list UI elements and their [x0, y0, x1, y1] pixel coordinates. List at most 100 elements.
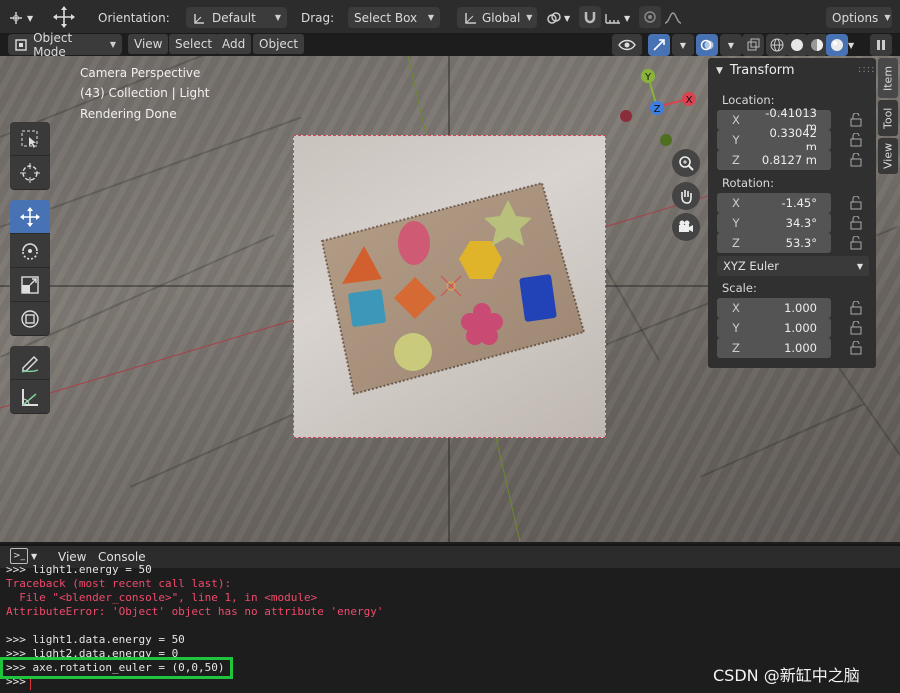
- tab-tool[interactable]: Tool: [878, 100, 898, 136]
- zoom-view-button[interactable]: [672, 149, 700, 177]
- camera-icon: [679, 220, 693, 232]
- options-dropdown[interactable]: Options ▼: [826, 7, 892, 28]
- tool-select-box[interactable]: [10, 122, 50, 156]
- oval-piece: [398, 221, 430, 265]
- console-line: File "<blender_console>", line 1, in <mo…: [6, 591, 318, 604]
- lock-icon[interactable]: [850, 196, 862, 210]
- rotation-y-field[interactable]: Y 34.3°: [717, 213, 831, 233]
- drag-handle-icon[interactable]: ::::: [858, 64, 875, 75]
- rotate-icon: [22, 242, 38, 260]
- viewport-menubar: Object Mode ▼ View Select Add Object ▼ ▼: [0, 31, 900, 59]
- visibility-dropdown[interactable]: [612, 34, 642, 56]
- snap-element-dropdown[interactable]: ▼: [604, 7, 630, 29]
- proportional-falloff-dropdown[interactable]: [664, 7, 682, 29]
- lock-icon[interactable]: [850, 113, 862, 127]
- lock-icon[interactable]: [850, 133, 862, 147]
- solid-sphere-icon: [786, 34, 808, 56]
- menu-select[interactable]: Select: [169, 34, 219, 54]
- orientation-dropdown[interactable]: Default ▼: [186, 7, 287, 28]
- console-line: >>> light1.data.energy = 50: [6, 633, 185, 646]
- chevron-down-icon: ▼: [672, 34, 694, 56]
- location-z-field[interactable]: Z 0.8127 m: [717, 150, 831, 170]
- transform-space-dropdown[interactable]: Global ▼: [457, 7, 537, 28]
- shading-wireframe[interactable]: [766, 34, 788, 56]
- proportional-edit-toggle[interactable]: [639, 6, 661, 28]
- object-mode-dropdown[interactable]: Object Mode ▼: [8, 31, 122, 59]
- magnet-icon: [579, 6, 601, 28]
- transform-panel-header[interactable]: ▼ Transform: [716, 63, 795, 78]
- global-axes-icon: [465, 12, 476, 24]
- snap-target-dropdown[interactable]: ▼: [546, 7, 570, 29]
- lock-icon[interactable]: [850, 321, 862, 335]
- rotation-z-field[interactable]: Z 53.3°: [717, 233, 831, 253]
- pan-view-button[interactable]: [672, 182, 700, 210]
- chevron-down-icon: ▼: [274, 13, 281, 22]
- menu-object[interactable]: Object: [253, 34, 305, 54]
- wireframe-sphere-icon: [766, 34, 788, 56]
- drag-dropdown[interactable]: Select Box ▼: [348, 7, 440, 28]
- shading-dropdown[interactable]: ▼: [848, 34, 854, 56]
- chevron-down-icon: ▼: [720, 34, 742, 56]
- lock-icon[interactable]: [850, 153, 862, 167]
- object-mode-icon: [15, 38, 27, 51]
- tool-rotate[interactable]: [10, 234, 50, 268]
- gizmo-x-label: X: [686, 95, 693, 106]
- lock-icon[interactable]: [850, 341, 862, 355]
- tool-annotate[interactable]: [10, 346, 50, 380]
- gizmo-toggle[interactable]: [648, 34, 670, 56]
- rotation-mode-value: XYZ Euler: [723, 259, 779, 273]
- xray-toggle[interactable]: [742, 34, 764, 56]
- move-icon: [20, 206, 40, 227]
- scale-z-field[interactable]: Z 1.000: [717, 338, 831, 358]
- menu-view[interactable]: View: [128, 34, 169, 54]
- chevron-down-icon: ▼: [526, 13, 533, 22]
- sidebar-tabs: Item Tool View: [878, 58, 898, 178]
- tool-scale[interactable]: [10, 268, 50, 302]
- chevron-down-icon: ▼: [856, 261, 863, 271]
- scale-x-field[interactable]: X 1.000: [717, 298, 831, 318]
- scale-y-field[interactable]: Y 1.000: [717, 318, 831, 338]
- watermark: CSDN @新缸中之脑: [713, 666, 860, 685]
- tab-item[interactable]: Item: [878, 58, 898, 98]
- console-icon: >_: [10, 548, 28, 564]
- orientation-value: Default: [212, 10, 256, 25]
- transform-pivot-dropdown[interactable]: ▼: [8, 7, 33, 29]
- lock-icon[interactable]: [850, 236, 862, 250]
- gizmo-neg-x[interactable]: [620, 110, 632, 122]
- lock-icon[interactable]: [850, 216, 862, 230]
- gizmo-dropdown[interactable]: ▼: [672, 34, 694, 56]
- tool-measure[interactable]: [10, 380, 50, 414]
- gizmo-y-label: Y: [644, 72, 652, 83]
- console-menu-view[interactable]: View: [58, 550, 86, 564]
- overlays-icon: [696, 34, 718, 56]
- shading-rendered[interactable]: [826, 34, 848, 56]
- transform-title: Transform: [729, 63, 795, 78]
- lock-icon[interactable]: [850, 301, 862, 315]
- overlays-dropdown[interactable]: ▼: [720, 34, 742, 56]
- navigation-gizmo[interactable]: Y X Z: [612, 62, 702, 146]
- snap-toggle[interactable]: [579, 6, 601, 28]
- location-y-field[interactable]: Y 0.33042 m: [717, 126, 831, 154]
- tool-cursor[interactable]: [10, 156, 50, 190]
- rotation-x-field[interactable]: X -1.45°: [717, 193, 831, 213]
- pencil-icon: [21, 355, 39, 373]
- gizmo-neg-y[interactable]: [660, 134, 672, 146]
- shading-material[interactable]: [806, 34, 828, 56]
- editor-type-dropdown[interactable]: >_ ▼: [10, 548, 37, 564]
- transform-gizmo-icon[interactable]: [52, 6, 76, 28]
- tool-move[interactable]: [10, 200, 50, 234]
- pause-icon: [870, 34, 892, 56]
- chevron-down-icon: ▼: [848, 40, 855, 50]
- menu-add[interactable]: Add: [216, 34, 252, 54]
- console-menu-console[interactable]: Console: [98, 550, 146, 564]
- tool-transform[interactable]: [10, 302, 50, 336]
- tab-view[interactable]: View: [878, 138, 898, 174]
- console-line: AttributeError: 'Object' object has no a…: [6, 605, 384, 618]
- sidebar-toggle[interactable]: [870, 34, 892, 56]
- camera-view-button[interactable]: [672, 213, 700, 241]
- shading-solid[interactable]: [786, 34, 808, 56]
- square-piece: [348, 289, 386, 327]
- rotation-mode-dropdown[interactable]: XYZ Euler ▼: [717, 256, 869, 276]
- circle-piece: [394, 333, 432, 371]
- overlays-toggle[interactable]: [696, 34, 718, 56]
